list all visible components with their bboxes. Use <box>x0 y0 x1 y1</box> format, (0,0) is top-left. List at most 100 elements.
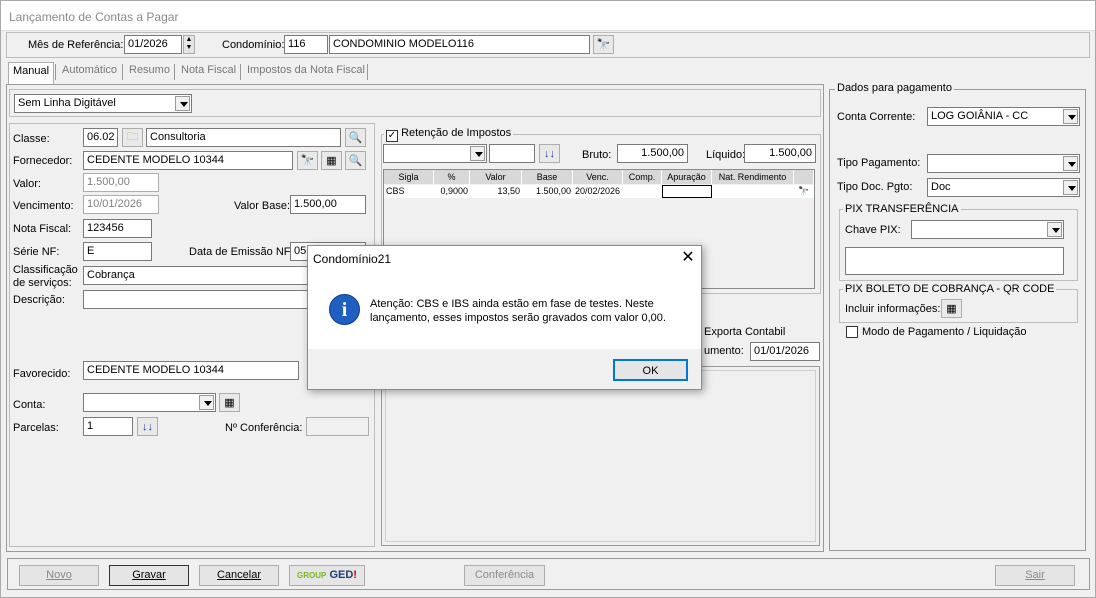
retencao-label: Retenção de Impostos <box>401 127 512 139</box>
cell-valor: 13,50 <box>497 186 520 196</box>
col-base[interactable]: Base <box>522 170 573 184</box>
bruto-input[interactable]: 1.500,00 <box>617 144 688 163</box>
form-edit-icon: ▦ <box>946 303 957 315</box>
chevron-down-icon[interactable] <box>1063 180 1078 195</box>
cell-sigla: CBS <box>386 186 405 196</box>
dialog-message-1: Atenção: CBS e IBS ainda estão em fase d… <box>370 298 654 310</box>
parcelas-input[interactable]: 1 <box>83 417 133 436</box>
ged-button[interactable]: GROUP GED! <box>289 565 365 586</box>
bruto-label: Bruto: <box>582 149 612 161</box>
conta-edit-button[interactable]: ▦ <box>219 393 240 412</box>
valor-label: Valor: <box>13 178 41 190</box>
mes-spinner[interactable]: ▲ ▼ <box>183 35 195 54</box>
conta-select[interactable] <box>83 393 216 412</box>
imposto-apply-button[interactable]: ↓↓ <box>539 144 560 163</box>
alert-dialog: Condomínio21 ✕ i Atenção: CBS e IBS aind… <box>307 245 702 390</box>
tipo-pagamento-select[interactable] <box>927 154 1080 173</box>
tab-manual[interactable]: Manual <box>8 62 55 84</box>
incluir-informacoes-button[interactable]: ▦ <box>941 299 962 318</box>
tipo-doc-label: Tipo Doc. Pgto: <box>837 181 913 193</box>
fornecedor-edit-button[interactable]: ▦ <box>321 151 342 170</box>
conferencia-button[interactable]: Conferência <box>464 565 545 586</box>
tab-automatico[interactable]: Automático <box>62 64 117 82</box>
ok-button[interactable]: OK <box>613 359 688 381</box>
gravar-button[interactable]: Gravar <box>109 565 189 586</box>
condominio-name-input[interactable]: CONDOMINIO MODELO116 <box>329 35 590 54</box>
chevron-down-icon[interactable] <box>470 146 485 161</box>
nota-fiscal-input[interactable]: 123456 <box>83 219 152 238</box>
classe-code-input[interactable]: 06.02 <box>83 128 118 147</box>
condominio-search-button[interactable]: 🔭 <box>593 35 614 54</box>
valor-base-input[interactable]: 1.500,00 <box>290 195 366 214</box>
conferencia-input[interactable] <box>306 417 369 436</box>
binoculars-icon[interactable]: 🔭 <box>794 185 814 198</box>
window-title: Lançamento de Contas a Pagar <box>9 10 179 24</box>
col-venc[interactable]: Venc. <box>573 170 623 184</box>
close-icon[interactable]: ✕ <box>678 248 698 268</box>
tab-nota-fiscal[interactable]: Nota Fiscal <box>181 64 236 82</box>
chevron-down-icon[interactable] <box>199 395 214 410</box>
chave-pix-label: Chave PIX: <box>845 224 901 236</box>
parcelas-apply-button[interactable]: ↓↓ <box>137 417 158 436</box>
pix-transferencia-title: PIX TRANSFERÊNCIA <box>843 203 961 215</box>
linha-digitavel-select[interactable]: Sem Linha Digitável <box>14 94 192 113</box>
tipo-doc-select[interactable]: Doc <box>927 178 1080 197</box>
tipo-pagamento-label: Tipo Pagamento: <box>837 157 921 169</box>
chevron-down-icon[interactable] <box>175 96 190 111</box>
pix-key-field[interactable] <box>845 247 1064 275</box>
fornecedor-binoculars-button[interactable]: 🔭 <box>297 151 318 170</box>
sair-button[interactable]: Sair <box>995 565 1075 586</box>
tab-impostos-nota-fiscal[interactable]: Impostos da Nota Fiscal <box>247 64 365 82</box>
double-arrow-down-icon: ↓↓ <box>544 147 555 160</box>
chevron-down-icon[interactable] <box>1063 156 1078 171</box>
favorecido-label: Favorecido: <box>13 368 71 380</box>
dialog-title: Condomínio21 <box>313 252 392 266</box>
parcelas-label: Parcelas: <box>13 422 59 434</box>
chevron-down-icon[interactable] <box>1047 222 1062 237</box>
table-row[interactable]: CBS 0,9000 13,50 1.500,00 20/02/2026 🔭 <box>384 185 814 198</box>
modo-pagamento-checkbox[interactable] <box>846 326 858 338</box>
cell-nat-rendimento <box>712 185 794 198</box>
documento-date-input[interactable]: 01/01/2026 <box>750 342 820 361</box>
chave-pix-select[interactable] <box>911 220 1064 239</box>
conferencia-label: Nº Conferência: <box>225 422 303 434</box>
cancelar-button[interactable]: Cancelar <box>199 565 279 586</box>
vencimento-input[interactable]: 10/01/2026 <box>83 195 159 214</box>
col-nat-rendimento[interactable]: Nat. Rendimento <box>712 170 794 184</box>
cell-comp <box>623 185 662 198</box>
col-apuracao[interactable]: Apuração <box>662 170 712 184</box>
col-valor[interactable]: Valor <box>470 170 522 184</box>
title-bar: Lançamento de Contas a Pagar <box>1 1 1095 31</box>
retencao-checkbox[interactable]: ✓ <box>386 130 398 142</box>
novo-button[interactable]: Novo <box>19 565 99 586</box>
classe-name-input[interactable]: Consultoria <box>146 128 341 147</box>
binoculars-icon: 🔭 <box>596 39 611 51</box>
mes-referencia-input[interactable]: 01/2026 <box>124 35 182 54</box>
cell-apuracao[interactable] <box>662 185 712 198</box>
form-edit-icon: ▦ <box>326 155 337 167</box>
exporta-contabil-label: Exporta Contabil <box>704 326 786 338</box>
documento-label: umento: <box>704 345 744 357</box>
cell-pct: 0,9000 <box>440 186 468 196</box>
favorecido-input[interactable]: CEDENTE MODELO 10344 <box>83 361 299 380</box>
condominio-code-input[interactable]: 116 <box>284 35 328 54</box>
folder-icon[interactable]: 🗀 <box>122 128 143 147</box>
chevron-down-icon[interactable] <box>1063 109 1078 124</box>
col-sigla[interactable]: Sigla <box>384 170 434 184</box>
classe-search-button[interactable]: 🔍 <box>345 128 366 147</box>
imposto-value-input[interactable] <box>489 144 535 163</box>
info-icon: i <box>329 294 360 325</box>
ged-group-label: GROUP <box>297 571 327 580</box>
nota-fiscal-label: Nota Fiscal: <box>13 223 72 235</box>
col-pct[interactable]: % <box>434 170 470 184</box>
col-comp[interactable]: Comp. <box>623 170 662 184</box>
fornecedor-input[interactable]: CEDENTE MODELO 10344 <box>83 151 293 170</box>
tab-resumo[interactable]: Resumo <box>129 64 170 82</box>
fornecedor-search-button[interactable]: 🔍 <box>345 151 366 170</box>
liquido-input[interactable]: 1.500,00 <box>744 144 816 163</box>
imposto-select[interactable] <box>383 144 487 163</box>
serie-nf-input[interactable]: E <box>83 242 152 261</box>
mes-label: Mês de Referência: <box>28 39 124 51</box>
conta-corrente-select[interactable]: LOG GOIÂNIA - CC <box>927 107 1080 126</box>
valor-input[interactable]: 1.500,00 <box>83 173 159 192</box>
